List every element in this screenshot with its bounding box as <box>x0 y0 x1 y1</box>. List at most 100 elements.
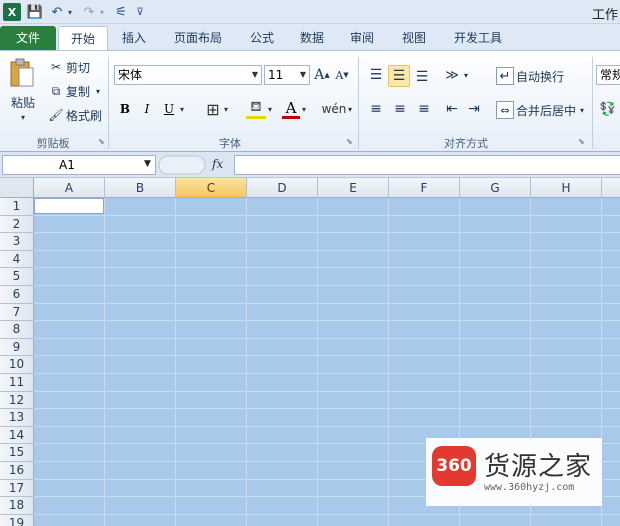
font-color-dropdown-icon[interactable]: ▾ <box>300 103 308 115</box>
redo-dropdown-icon[interactable]: ▾ <box>98 3 106 21</box>
font-name-select[interactable]: 宋体 ▼ <box>114 65 262 85</box>
wrap-text-icon[interactable]: ↵ <box>496 67 514 85</box>
tool-icon[interactable]: ⚟ <box>112 3 130 21</box>
column-header-f[interactable]: F <box>389 178 460 198</box>
increase-indent-icon[interactable]: ⇥ <box>464 99 484 119</box>
align-right-icon[interactable]: ≡ <box>414 99 434 119</box>
column-gridline <box>246 198 247 526</box>
alignment-launcher-icon[interactable]: ⬊ <box>578 137 585 146</box>
row-header-1[interactable]: 1 <box>0 198 34 216</box>
column-header-b[interactable]: B <box>105 178 176 198</box>
row-header-17[interactable]: 17 <box>0 479 34 498</box>
italic-button[interactable]: I <box>138 99 156 119</box>
redo-icon[interactable]: ↷ <box>80 3 98 21</box>
row-header-12[interactable]: 12 <box>0 391 34 410</box>
formula-input[interactable] <box>234 155 620 175</box>
borders-dropdown-icon[interactable]: ▾ <box>222 103 230 115</box>
row-header-5[interactable]: 5 <box>0 268 34 286</box>
paste-icon[interactable] <box>8 57 36 89</box>
column-header-a[interactable]: A <box>34 178 105 198</box>
undo-icon[interactable]: ↶ <box>48 3 66 21</box>
align-middle-icon[interactable]: ☰ <box>388 65 410 87</box>
row-header-8[interactable]: 8 <box>0 321 34 339</box>
cut-icon[interactable]: ✂ <box>48 59 64 75</box>
number-format-select[interactable]: 常规 <box>596 65 620 85</box>
row-header-7[interactable]: 7 <box>0 303 34 322</box>
align-top-icon[interactable]: ☰ <box>366 65 386 85</box>
align-center-icon[interactable]: ≡ <box>390 99 410 119</box>
formula-bar: A1 ▼ fx <box>0 152 620 178</box>
row-header-16[interactable]: 16 <box>0 462 34 480</box>
column-header-h[interactable]: H <box>531 178 602 198</box>
insert-function-icon[interactable]: fx <box>212 157 223 171</box>
name-box[interactable]: A1 <box>2 155 156 175</box>
merge-center-dropdown-icon[interactable]: ▾ <box>578 104 586 116</box>
tab-developer[interactable]: 开发工具 <box>444 26 512 50</box>
orientation-dropdown-icon[interactable]: ▾ <box>462 69 470 81</box>
column-header-d[interactable]: D <box>247 178 318 198</box>
tab-view[interactable]: 视图 <box>392 26 436 50</box>
save-icon[interactable]: 💾 <box>26 3 44 21</box>
column-header-e[interactable]: E <box>318 178 389 198</box>
row-header-3[interactable]: 3 <box>0 233 34 251</box>
paste-button[interactable]: 粘贴 <box>6 93 40 111</box>
underline-dropdown-icon[interactable]: ▾ <box>178 103 186 115</box>
group-separator <box>108 57 109 149</box>
copy-dropdown-icon[interactable]: ▾ <box>94 85 102 97</box>
column-header-partial[interactable] <box>602 178 620 198</box>
align-left-icon[interactable]: ≡ <box>366 99 386 119</box>
format-painter-button[interactable]: 格式刷 <box>66 107 106 123</box>
row-header-9[interactable]: 9 <box>0 338 34 357</box>
paste-dropdown-icon[interactable]: ▾ <box>18 111 28 123</box>
copy-button[interactable]: 复制 <box>66 83 96 99</box>
fill-color-icon[interactable]: ⛾ <box>246 99 266 119</box>
phonetic-dropdown-icon[interactable]: ▾ <box>346 103 354 115</box>
name-box-dropdown-icon[interactable]: ▼ <box>144 159 151 169</box>
font-color-icon[interactable]: A <box>282 99 300 119</box>
copy-icon[interactable]: ⧉ <box>48 83 64 99</box>
cut-button[interactable]: 剪切 <box>66 59 96 75</box>
font-size-select[interactable]: 11 ▼ <box>264 65 310 85</box>
decrease-indent-icon[interactable]: ⇤ <box>442 99 462 119</box>
row-header-18[interactable]: 18 <box>0 497 34 515</box>
underline-button[interactable]: U <box>160 99 178 119</box>
row-header-6[interactable]: 6 <box>0 286 34 304</box>
clipboard-launcher-icon[interactable]: ⬊ <box>98 137 105 146</box>
merge-center-button[interactable]: 合并后居中 <box>516 101 578 119</box>
tab-data[interactable]: 数据 <box>290 26 334 50</box>
row-header-13[interactable]: 13 <box>0 409 34 427</box>
row-header-14[interactable]: 14 <box>0 426 34 445</box>
fill-color-dropdown-icon[interactable]: ▾ <box>266 103 274 115</box>
row-header-2[interactable]: 2 <box>0 215 34 234</box>
tab-review[interactable]: 审阅 <box>340 26 384 50</box>
row-gridline <box>34 425 620 427</box>
undo-dropdown-icon[interactable]: ▾ <box>66 3 74 21</box>
row-header-19[interactable]: 19 <box>0 514 34 526</box>
format-painter-icon[interactable]: 🖌 <box>48 107 64 123</box>
borders-icon[interactable]: ⊞ <box>204 99 222 119</box>
row-header-4[interactable]: 4 <box>0 250 34 269</box>
row-header-10[interactable]: 10 <box>0 356 34 374</box>
customize-toolbar-icon[interactable]: ⊽ <box>134 3 146 21</box>
grow-font-button[interactable]: A ▲ <box>314 66 330 84</box>
tab-page-layout[interactable]: 页面布局 <box>164 26 232 50</box>
row-header-15[interactable]: 15 <box>0 444 34 462</box>
tab-home[interactable]: 开始 <box>58 26 108 50</box>
shrink-font-button[interactable]: A ▼ <box>334 66 350 84</box>
font-launcher-icon[interactable]: ⬊ <box>346 137 353 146</box>
column-header-c[interactable]: C <box>176 178 247 198</box>
tab-formulas[interactable]: 公式 <box>240 26 284 50</box>
align-bottom-icon[interactable]: ☰ <box>412 67 432 87</box>
tab-file[interactable]: 文件 <box>0 26 56 50</box>
currency-format-icon[interactable]: 💱 <box>598 99 618 119</box>
select-all-corner[interactable] <box>0 178 34 198</box>
wrap-text-button[interactable]: 自动换行 <box>516 67 568 85</box>
merge-center-icon[interactable]: ⇔ <box>496 101 514 119</box>
active-cell-a1[interactable] <box>34 198 104 214</box>
row-header-11[interactable]: 11 <box>0 374 34 392</box>
orientation-icon[interactable]: ≫ <box>442 65 462 85</box>
phonetic-guide-icon[interactable]: wén <box>322 99 347 119</box>
bold-button[interactable]: B <box>116 99 134 119</box>
column-header-g[interactable]: G <box>460 178 531 198</box>
tab-insert[interactable]: 插入 <box>112 26 156 50</box>
